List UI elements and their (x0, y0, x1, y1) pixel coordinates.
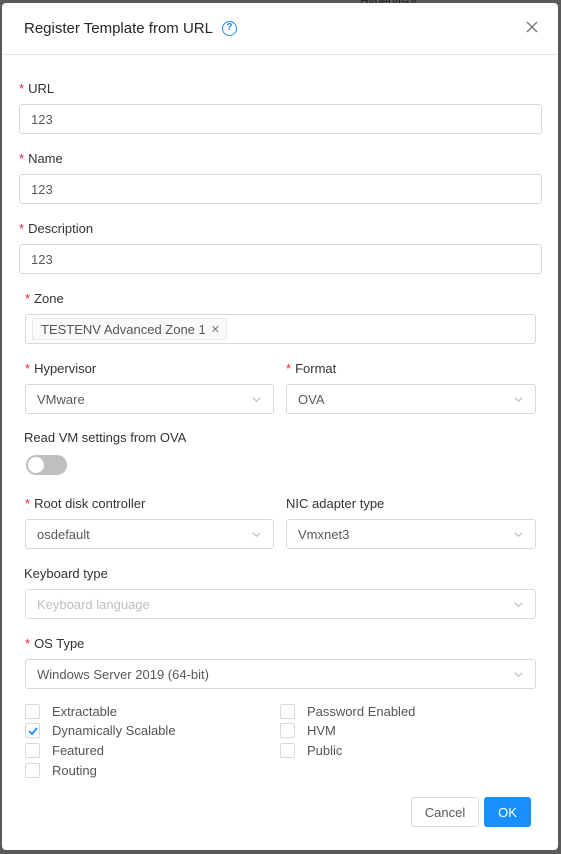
url-label: URL (19, 81, 54, 96)
keyboard-type-placeholder: Keyboard language (37, 596, 150, 612)
featured-checkbox[interactable] (25, 743, 40, 758)
toggle-knob (28, 457, 44, 473)
hypervisor-label: Hypervisor (25, 361, 96, 376)
hypervisor-select[interactable]: VMware (25, 384, 274, 414)
keyboard-type-select[interactable]: Keyboard language (25, 589, 536, 619)
name-label: Name (19, 151, 63, 166)
chevron-down-icon (514, 396, 523, 402)
hvm-checkbox[interactable] (280, 723, 295, 738)
close-icon[interactable] (524, 19, 540, 35)
zone-multiselect[interactable]: TESTENV Advanced Zone 1 ✕ (25, 314, 536, 344)
chevron-down-icon (514, 671, 523, 677)
os-type-value: Windows Server 2019 (64-bit) (37, 666, 209, 682)
cancel-button[interactable]: Cancel (411, 797, 479, 827)
register-template-modal: Register Template from URL ? URL Name De… (2, 3, 558, 850)
tag-remove-icon[interactable]: ✕ (211, 323, 220, 336)
featured-checkbox-row[interactable]: Featured (25, 743, 104, 758)
extractable-checkbox-row[interactable]: Extractable (25, 704, 117, 719)
nic-adapter-type-value: Vmxnet3 (298, 526, 350, 542)
question-circle-icon[interactable]: ? (221, 21, 237, 36)
modal-header: Register Template from URL ? (2, 3, 558, 55)
hypervisor-value: VMware (37, 391, 85, 407)
root-disk-controller-value: osdefault (37, 526, 90, 542)
extractable-checkbox[interactable] (25, 704, 40, 719)
description-input[interactable] (31, 251, 530, 267)
public-label: Public (307, 743, 343, 758)
name-input[interactable] (31, 181, 530, 197)
zone-tag: TESTENV Advanced Zone 1 ✕ (32, 318, 227, 340)
nic-adapter-type-select[interactable]: Vmxnet3 (286, 519, 536, 549)
chevron-down-icon (252, 396, 261, 402)
os-type-select[interactable]: Windows Server 2019 (64-bit) (25, 659, 536, 689)
dynamically-scalable-label: Dynamically Scalable (52, 723, 176, 738)
description-label: Description (19, 221, 93, 236)
routing-label: Routing (52, 763, 97, 778)
description-input-wrap[interactable] (19, 244, 542, 274)
routing-checkbox-row[interactable]: Routing (25, 763, 97, 778)
read-vm-settings-toggle[interactable] (26, 455, 67, 475)
chevron-down-icon (514, 601, 523, 607)
chevron-down-icon (514, 531, 523, 537)
password-enabled-checkbox-row[interactable]: Password Enabled (280, 704, 415, 719)
password-enabled-label: Password Enabled (307, 704, 416, 719)
nic-adapter-type-label: NIC adapter type (286, 496, 385, 511)
hvm-checkbox-row[interactable]: HVM (280, 723, 336, 738)
password-enabled-checkbox[interactable] (280, 704, 295, 719)
format-value: OVA (298, 391, 325, 407)
os-type-label: OS Type (25, 636, 84, 651)
hvm-label: HVM (307, 723, 336, 738)
root-disk-controller-label: Root disk controller (25, 496, 145, 511)
ok-button[interactable]: OK (484, 797, 531, 827)
url-input-wrap[interactable] (19, 104, 542, 134)
zone-tag-label: TESTENV Advanced Zone 1 (41, 321, 206, 337)
zone-label: Zone (25, 291, 64, 306)
featured-label: Featured (52, 743, 105, 758)
dynamically-scalable-checkbox-row[interactable]: Dynamically Scalable (25, 723, 176, 738)
chevron-down-icon (252, 531, 261, 537)
keyboard-type-label: Keyboard type (24, 566, 108, 581)
read-vm-settings-label: Read VM settings from OVA (24, 430, 187, 445)
format-select[interactable]: OVA (286, 384, 536, 414)
format-label: Format (286, 361, 336, 376)
public-checkbox[interactable] (280, 743, 295, 758)
public-checkbox-row[interactable]: Public (280, 743, 342, 758)
url-input[interactable] (31, 111, 530, 127)
modal-title: Register Template from URL (24, 20, 213, 37)
dynamically-scalable-checkbox[interactable] (25, 723, 40, 738)
modal-title-wrap: Register Template from URL ? (24, 20, 237, 37)
extractable-label: Extractable (52, 704, 118, 719)
checkmark-icon (28, 727, 38, 736)
routing-checkbox[interactable] (25, 763, 40, 778)
name-input-wrap[interactable] (19, 174, 542, 204)
root-disk-controller-select[interactable]: osdefault (25, 519, 274, 549)
